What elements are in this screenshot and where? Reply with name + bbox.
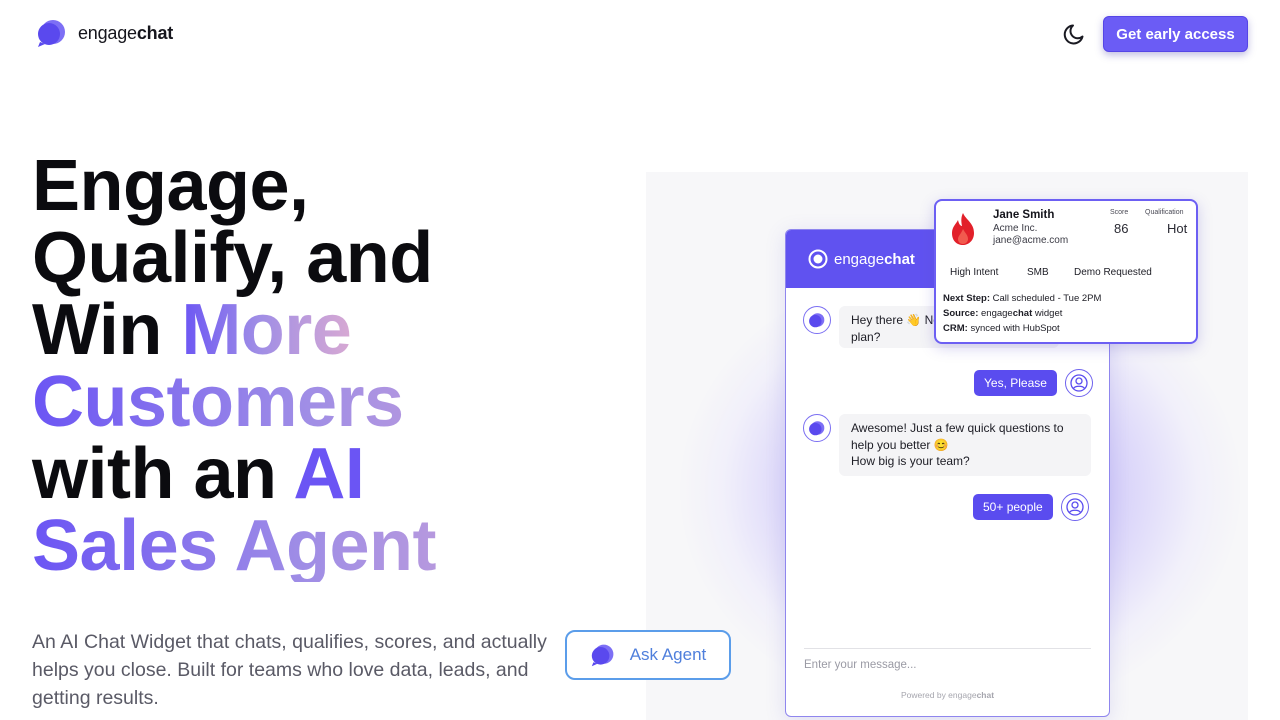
logo[interactable]: engagechat [36,18,173,48]
score-value: 86 [1114,221,1129,236]
hero-title-line: Qualify, and [32,218,433,298]
score-label: Score [1110,209,1129,216]
user-avatar [1060,493,1089,521]
user-avatar [1064,369,1093,397]
bot-avatar [803,306,831,334]
input-divider [804,648,1091,649]
qualification-value: Hot [1167,221,1188,236]
crm-status: CRM: synced with HubSpot [943,323,1060,334]
hero-title-line: Customers [32,366,632,438]
get-early-access-button[interactable]: Get early access [1103,16,1248,52]
chat-bubble-icon [591,644,614,667]
logo-text: engagechat [78,22,174,43]
qualification-label: Qualification [1145,209,1184,216]
bot-icon [809,420,825,435]
user-icon [1070,374,1088,392]
bot-message: Awesome! Just a few quick questions to h… [803,414,1091,476]
user-bubble: 50+ people [973,494,1053,520]
next-step: Next Step: Call scheduled - Tue 2PM [943,293,1102,304]
hero-title: Engage, Qualify, and Win More Customers … [32,150,632,582]
lead-name: Jane Smith [993,209,1055,221]
bot-message-text: help you better 😊 [851,437,949,452]
logo-icon [38,20,65,47]
ask-agent-button[interactable]: Ask Agent [565,630,731,680]
bot-message-text: Awesome! Just a few quick questions to [851,421,1064,435]
source: Source: engagechat widget [943,308,1063,319]
user-message: Yes, Please [974,369,1093,397]
hero-title-line: with an AI [32,434,365,514]
user-message: 50+ people [973,493,1089,521]
hero-title-line: Engage, [32,146,309,226]
hero-subtitle: An AI Chat Widget that chats, qualifies,… [32,631,547,709]
user-bubble: Yes, Please [974,370,1057,396]
powered-by: Powered by engagechat [900,690,995,700]
chat-widget-brand: engagechat [834,250,915,268]
tag-chip: SMB [1027,266,1049,278]
bot-avatar [803,414,831,442]
chat-logo-icon [808,249,828,269]
lead-company: Acme Inc. [993,223,1038,234]
bot-message-text: How big is your team? [851,454,970,468]
tag-chip: High Intent [950,266,999,278]
bot-bubble: Awesome! Just a few quick questions to h… [839,414,1091,476]
user-icon [1066,498,1084,516]
lead-card: Jane Smith Acme Inc. jane@acme.com Score… [934,199,1198,344]
tag-chip: Demo Requested [1074,266,1152,278]
message-input[interactable]: Enter your message... [804,659,917,671]
bot-icon [809,312,825,327]
hero-title-line: Sales Agent [32,510,632,582]
moon-icon[interactable] [1062,21,1088,47]
flame-icon [952,213,974,245]
ask-agent-label: Ask Agent [629,645,707,664]
hero-title-line: Win More [32,290,352,370]
lead-email: jane@acme.com [993,235,1069,246]
